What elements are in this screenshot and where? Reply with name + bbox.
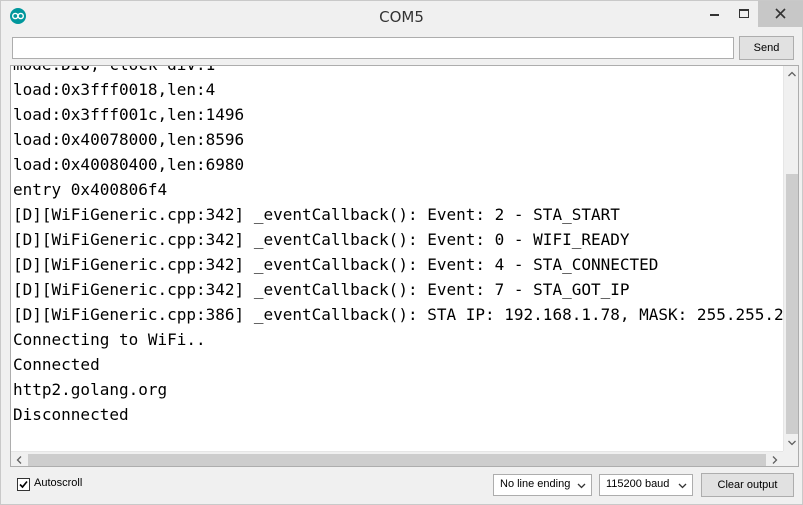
output-line: [D][WiFiGeneric.cpp:342] _eventCallback(…	[13, 255, 659, 274]
clear-output-button[interactable]: Clear output	[701, 473, 794, 497]
output-line: Connected	[13, 355, 100, 374]
output-line: [D][WiFiGeneric.cpp:342] _eventCallback(…	[13, 205, 620, 224]
baud-rate-value: 115200 baud	[606, 478, 670, 490]
output-line: entry 0x400806f4	[13, 180, 168, 199]
horizontal-scrollbar[interactable]	[11, 451, 783, 466]
minimize-icon	[710, 14, 719, 16]
output-line: [D][WiFiGeneric.cpp:342] _eventCallback(…	[13, 230, 630, 249]
output-line: load:0x40080400,len:6980	[13, 155, 245, 174]
maximize-icon	[739, 9, 749, 18]
output-line: [D][WiFiGeneric.cpp:386] _eventCallback(…	[13, 305, 798, 324]
scroll-up-arrow-icon[interactable]	[784, 66, 798, 83]
output-line: load:0x3fff001c,len:1496	[13, 105, 245, 124]
scrollbar-corner	[783, 451, 798, 466]
output-text: mode:DIO, clock div:1 load:0x3fff0018,len…	[13, 66, 798, 427]
horizontal-scroll-thumb[interactable]	[28, 454, 766, 466]
send-button[interactable]: Send	[739, 36, 794, 60]
scroll-down-arrow-icon[interactable]	[784, 434, 798, 451]
autoscroll-checkbox[interactable]	[17, 478, 30, 491]
window-title: COM5	[379, 8, 424, 26]
title-bar: COM5	[1, 1, 803, 31]
output-line: mode:DIO, clock div:1	[13, 66, 783, 77]
autoscroll-label[interactable]: Autoscroll	[34, 477, 82, 489]
chevron-down-icon	[577, 483, 586, 489]
scroll-left-arrow-icon[interactable]	[11, 452, 28, 466]
close-icon	[775, 8, 786, 19]
vertical-scrollbar[interactable]	[783, 66, 798, 451]
serial-output[interactable]: mode:DIO, clock div:1 load:0x3fff0018,len…	[10, 65, 799, 467]
output-line: [D][WiFiGeneric.cpp:342] _eventCallback(…	[13, 280, 630, 299]
minimize-button[interactable]	[698, 1, 732, 27]
line-ending-select[interactable]: No line ending	[493, 474, 592, 496]
vertical-scroll-thumb[interactable]	[786, 174, 798, 434]
serial-input[interactable]	[12, 37, 734, 59]
output-line: Connecting to WiFi..	[13, 330, 206, 349]
checkmark-icon	[19, 480, 28, 489]
output-line: load:0x40078000,len:8596	[13, 130, 245, 149]
line-ending-value: No line ending	[500, 478, 571, 490]
maximize-button[interactable]	[729, 1, 759, 27]
baud-rate-select[interactable]: 115200 baud	[599, 474, 693, 496]
scroll-right-arrow-icon[interactable]	[766, 452, 783, 466]
output-line: load:0x3fff0018,len:4	[13, 80, 216, 99]
close-button[interactable]	[758, 1, 803, 27]
serial-monitor-window: COM5 Send mode:DIO, clock div:1 load:0x3f…	[0, 0, 803, 505]
output-line: Disconnected	[13, 405, 129, 424]
bottom-toolbar: Autoscroll No line ending 115200 baud Cl…	[1, 467, 802, 505]
chevron-down-icon	[678, 483, 687, 489]
output-line: http2.golang.org	[13, 380, 168, 399]
